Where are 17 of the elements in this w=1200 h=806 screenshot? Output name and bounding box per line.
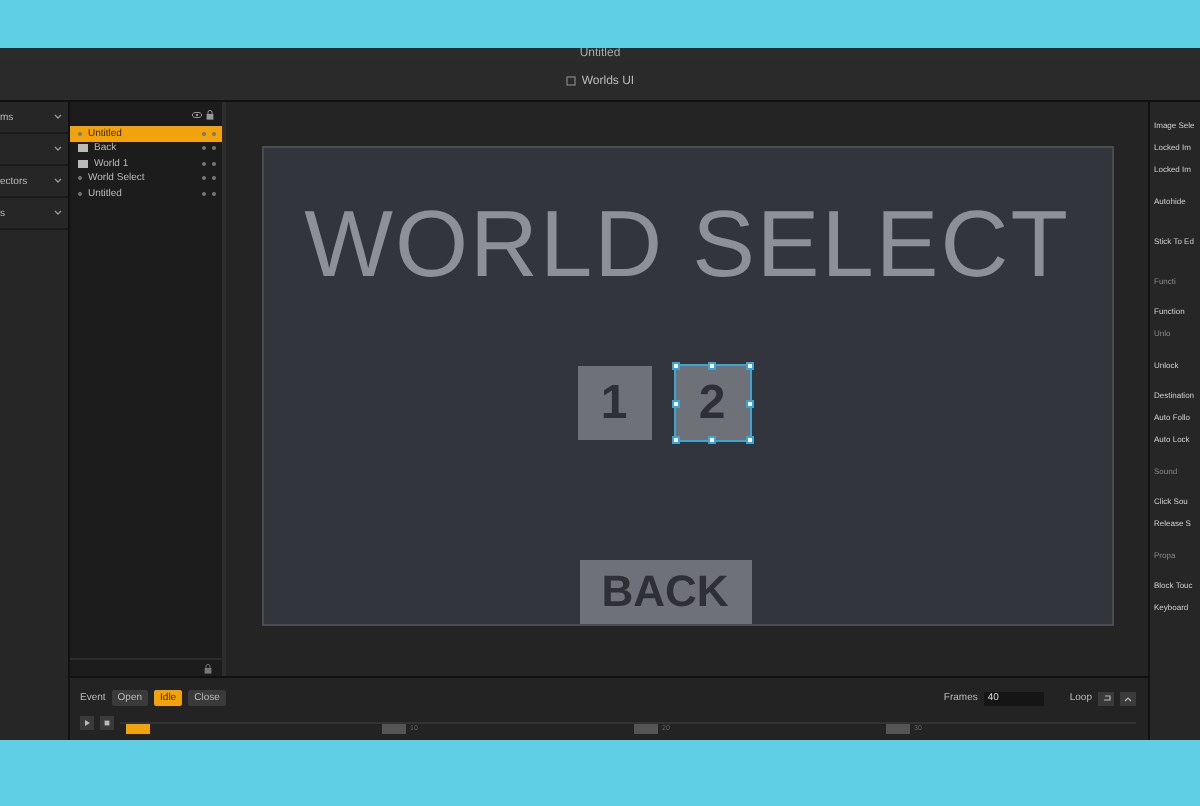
- chevron-icon[interactable]: [54, 146, 62, 152]
- loop-button[interactable]: [1098, 691, 1114, 705]
- keyframe-marker[interactable]: [382, 723, 406, 733]
- chevron-icon[interactable]: [54, 114, 62, 120]
- chevron-icon[interactable]: [54, 178, 62, 184]
- playhead-keyframe[interactable]: [126, 723, 150, 733]
- collapse-button[interactable]: [1120, 691, 1136, 705]
- keyframe-marker[interactable]: [634, 723, 658, 733]
- chevron-icon[interactable]: [54, 210, 62, 216]
- lock-icon[interactable]: [204, 663, 212, 673]
- stop-icon[interactable]: [100, 715, 114, 729]
- stage-title: WORLD SELECT: [304, 188, 1070, 298]
- eye-icon[interactable]: [192, 111, 202, 117]
- play-icon[interactable]: [80, 715, 94, 729]
- keyframe-marker[interactable]: [886, 723, 910, 733]
- lock-icon[interactable]: [206, 109, 214, 119]
- document-icon: [565, 76, 576, 86]
